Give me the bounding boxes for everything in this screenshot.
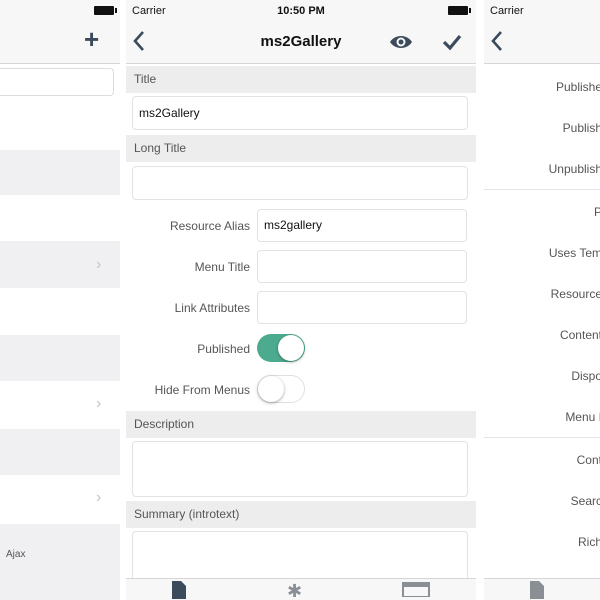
summary-section-header: Summary (introtext): [126, 501, 476, 528]
carrier-label: Carrier: [490, 5, 524, 17]
add-icon[interactable]: +: [84, 26, 99, 52]
settings-item[interactable]: Cont: [577, 453, 600, 467]
description-textarea[interactable]: [132, 441, 468, 497]
document-icon[interactable]: [530, 581, 544, 600]
status-bar: [0, 0, 120, 22]
settings-item[interactable]: Uses Tem: [549, 246, 600, 260]
link-attributes-field[interactable]: [257, 291, 467, 324]
page-title: ms2Gallery: [260, 33, 342, 50]
link-attributes-label: Link Attributes: [174, 301, 250, 315]
search-input[interactable]: [0, 68, 114, 96]
published-toggle[interactable]: [257, 334, 305, 362]
chevron-right-icon: ›: [96, 489, 102, 506]
divider: [484, 189, 600, 190]
list-item[interactable]: ›: [0, 382, 120, 428]
settings-item[interactable]: Resource: [551, 287, 600, 301]
menu-title-label: Menu Title: [194, 260, 250, 274]
settings-item[interactable]: Menu I: [565, 410, 600, 424]
document-icon[interactable]: [172, 581, 186, 600]
settings-item[interactable]: Rich: [578, 535, 600, 549]
eye-icon[interactable]: [389, 32, 413, 56]
tab-bar: ✱: [126, 578, 476, 600]
settings-item[interactable]: Unpublish: [549, 162, 600, 176]
settings-item[interactable]: Publish: [563, 121, 600, 135]
left-screen: + › › › Ajax: [0, 0, 120, 600]
list-item[interactable]: [0, 289, 120, 334]
list-item[interactable]: ›: [0, 241, 120, 288]
hide-from-menus-toggle[interactable]: [257, 375, 305, 403]
battery-icon: [94, 6, 117, 15]
settings-item[interactable]: Content: [560, 328, 600, 342]
back-icon[interactable]: [490, 30, 504, 57]
published-label: Published: [197, 342, 250, 356]
right-screen: Carrier Publishe Publish Unpublish P Use…: [484, 0, 600, 600]
resource-alias-field[interactable]: ms2gallery: [257, 209, 467, 242]
long-title-section-header: Long Title: [126, 135, 476, 162]
hide-from-menus-label: Hide From Menus: [154, 383, 250, 397]
description-section-header: Description: [126, 411, 476, 438]
tab-bar: [484, 578, 600, 600]
long-title-field[interactable]: [132, 166, 468, 200]
list-item[interactable]: [0, 524, 120, 600]
toggle-knob: [278, 335, 304, 361]
list-item[interactable]: [0, 100, 120, 148]
settings-item[interactable]: Publishe: [556, 80, 600, 94]
settings-item[interactable]: Searc: [571, 494, 600, 508]
resource-alias-label: Resource Alias: [169, 219, 250, 233]
status-bar: Carrier 10:50 PM: [126, 0, 476, 22]
list-item[interactable]: [0, 335, 120, 381]
title-section-header: Title: [126, 66, 476, 93]
window-icon[interactable]: [402, 581, 430, 600]
list-item[interactable]: [0, 150, 120, 195]
footer-text: Ajax: [6, 549, 26, 560]
checkmark-icon[interactable]: [442, 32, 462, 56]
nav-bar: [484, 22, 600, 64]
center-screen: Carrier 10:50 PM ms2Gallery Title ms2Gal…: [126, 0, 476, 600]
status-time: 10:50 PM: [277, 5, 325, 17]
list-item[interactable]: [0, 429, 120, 475]
settings-item[interactable]: P: [594, 205, 600, 219]
menu-title-field[interactable]: [257, 250, 467, 283]
gear-icon[interactable]: ✱: [287, 581, 302, 600]
nav-bar: +: [0, 22, 120, 64]
toggle-knob: [258, 376, 284, 402]
list-item[interactable]: [0, 196, 120, 240]
nav-bar: ms2Gallery: [126, 22, 476, 64]
settings-item[interactable]: Dispo: [571, 369, 600, 383]
battery-icon: [448, 6, 471, 15]
list-item[interactable]: ›: [0, 476, 120, 522]
title-field[interactable]: ms2Gallery: [132, 96, 468, 130]
chevron-right-icon: ›: [96, 395, 102, 412]
chevron-right-icon: ›: [96, 256, 102, 273]
status-bar: Carrier: [484, 0, 600, 22]
divider: [484, 437, 600, 438]
